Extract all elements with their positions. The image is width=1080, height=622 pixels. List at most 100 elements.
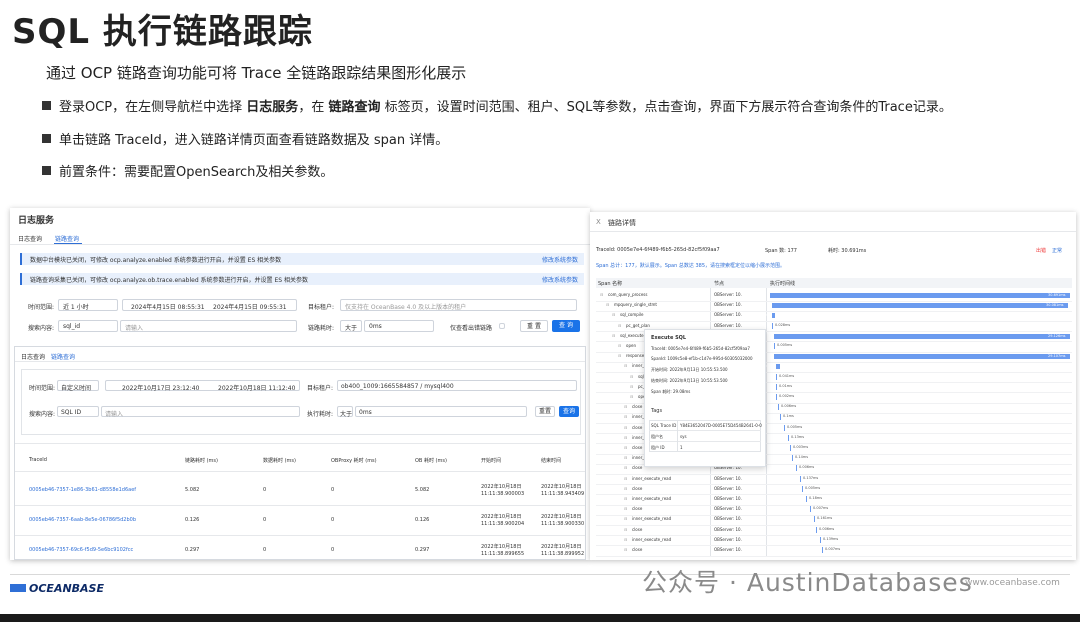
span-bar [820,536,821,543]
col-header: 数据耗时 (ms) [263,458,296,464]
expand-icon[interactable]: ⊟ [624,455,627,460]
span-bar [776,364,780,370]
expand-icon[interactable]: ⊟ [600,292,603,297]
span-count: Span 数: 177 [765,248,797,254]
expand-icon[interactable]: ⊟ [624,465,627,470]
sub-query-button[interactable]: 查询 [559,406,579,417]
sub-gt-select[interactable]: 大于 [337,406,353,418]
expand-icon[interactable]: ⊟ [624,527,627,532]
modify-param-link[interactable]: 修改系统参数 [542,255,578,264]
expand-icon[interactable]: ⊟ [630,374,633,379]
expand-icon[interactable]: ⊟ [618,323,621,328]
trace-id-link[interactable]: 0005eb46-7357-1e86-3b61-d8558e1d6aef [29,487,136,493]
expand-icon[interactable]: ⊟ [624,547,627,552]
sub-search-input[interactable]: 请输入 [101,406,300,418]
span-name: close [632,424,643,430]
col-header: OBProxy 耗时 (ms) [331,458,377,464]
sub-time-select[interactable]: 自定义时间 [57,380,99,392]
col-header: 开始时间 [481,458,502,464]
expand-icon[interactable]: ⊟ [606,302,609,307]
search-input[interactable]: 请输入 [120,320,297,332]
span-bar [800,475,801,482]
span-bar [796,465,797,472]
span-bar [774,343,775,349]
span-bar [790,445,791,451]
expand-icon[interactable]: ⊟ [624,363,627,368]
span-bar [814,516,815,523]
col-header: 结束时间 [541,458,562,464]
close-icon[interactable]: X [596,218,601,226]
span-node: OBServer: 10. [714,292,742,297]
expand-icon[interactable]: ⊟ [624,506,627,511]
bullet-1: 登录OCP，在左侧导航栏中选择 日志服务，在 链路查询 标签页，设置时间范围、租… [42,96,952,115]
span-bar [784,424,785,431]
span-name: close [632,506,643,512]
expand-icon[interactable]: ⊟ [624,414,627,419]
date-range-picker[interactable]: 2024年4月15日 08:55:31 2024年4月15日 09:55:31 [122,299,297,311]
expand-icon[interactable]: ⊟ [612,312,615,317]
expand-icon[interactable]: ⊟ [618,343,621,348]
span-bar [776,383,777,390]
expand-icon[interactable]: ⊟ [624,537,627,542]
span-node: OBServer: 10. [714,322,742,328]
span-bar [810,506,811,513]
span-bar [792,455,793,462]
query-button[interactable]: 查 询 [552,320,580,332]
modify-param-link-2[interactable]: 修改系统参数 [542,275,578,284]
trace-id-link[interactable]: 0005eb46-7357-6aab-8e5e-06786f5d2b0b [29,517,136,523]
expand-icon[interactable]: ⊟ [624,445,627,450]
span-bar [780,414,781,421]
trace-id-link[interactable]: 0005eb46-7357-69c6-f5d9-5e6bc9102fcc [29,547,133,553]
span-name: close [632,485,643,491]
span-node: OBServer: 10. [714,506,742,512]
sub-tab-trace[interactable]: 链路查询 [51,352,75,361]
expand-icon[interactable]: ⊟ [630,394,633,399]
sub-reset-button[interactable]: 重置 [535,406,555,417]
span-name: inner_execute_read [632,496,672,501]
span-bar [770,293,1070,298]
legend-error: 出错 [1036,248,1047,254]
log-service-screenshot: 日志服务 日志查询 链路查询 数据中台模块已关闭，可修改 ocp.analyze… [10,208,590,560]
span-name: sql_compile [620,312,644,318]
span-bar [822,547,823,553]
span-name: close [632,547,643,552]
span-bar [778,404,779,411]
expand-icon[interactable]: ⊟ [630,384,633,389]
search-type-select[interactable]: sql_id [58,320,118,332]
tenant-select[interactable]: 仅支持在 OceanBase 4.0 及以上版本的租户 [340,299,577,311]
expand-icon[interactable]: ⊟ [624,425,627,430]
sub-search-type[interactable]: SQL ID [57,406,99,417]
slide-title: SQL 执行链路跟踪 [12,12,313,52]
duration-input[interactable]: 0ms [364,320,434,332]
sub-tenant-select[interactable]: ob400_1009:1665584857 / mysql400 [337,380,577,391]
expand-icon[interactable]: ⊟ [624,435,627,440]
col-header: OB 耗时 (ms) [415,458,447,464]
span-name: close [632,404,643,410]
expand-icon[interactable]: ⊟ [624,516,627,521]
expand-icon[interactable]: ⊟ [624,404,627,409]
sub-duration-input[interactable]: 0ms [355,406,527,417]
span-node: OBServer: 10. [714,536,742,542]
trace-query-panel: 日志查询 链路查询 时间范围: 自定义时间 2022年10月17日 23:12:… [14,346,586,560]
sub-date-range[interactable]: 2022年10月17日 23:12:40 2022年10月18日 11:12:40 [105,380,300,392]
span-bar [816,526,817,533]
slide-subtitle: 通过 OCP 链路查询功能可将 Trace 全链路跟踪结果图形化展示 [46,64,467,82]
span-name: mpquery_single_stmt [614,302,657,308]
sub-tab-log[interactable]: 日志查询 [21,352,45,361]
span-bar [772,322,773,329]
expand-icon[interactable]: ⊟ [624,496,627,501]
span-detail-popup: Execute SQL TraceId: 0005e7e4-6f489-f6b5… [644,329,766,467]
expand-icon[interactable]: ⊟ [624,476,627,481]
time-range-select[interactable]: 近 1 小时 [58,299,118,311]
trace-detail-screenshot: X 链路详情 TraceId: 0005e7e4-6f489-f6b5-265d… [590,212,1076,560]
error-only-checkbox[interactable] [499,323,505,329]
tab-trace-query[interactable]: 链路查询 [55,234,79,243]
expand-icon[interactable]: ⊟ [612,333,615,338]
expand-icon[interactable]: ⊟ [618,353,621,358]
tab-log-query[interactable]: 日志查询 [18,234,42,243]
gt-select[interactable]: 大于 [340,320,362,332]
reset-button[interactable]: 重 置 [520,320,548,332]
expand-icon[interactable]: ⊟ [624,486,627,491]
bullet-3: 前置条件：需要配置OpenSearch及相关参数。 [42,161,333,180]
span-node: OBServer: 10. [714,312,742,318]
